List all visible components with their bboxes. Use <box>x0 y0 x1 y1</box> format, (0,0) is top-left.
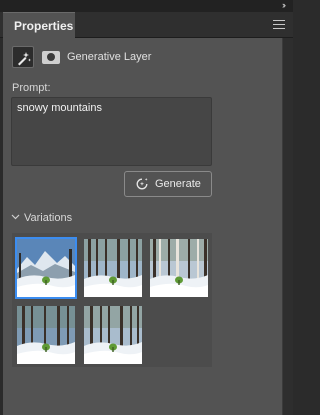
collapse-panels-icon[interactable]: ›› <box>282 0 286 10</box>
variation-thumbnail-1[interactable] <box>15 237 77 299</box>
variation-thumbnail-3[interactable] <box>150 239 208 297</box>
variation-thumbnail-4[interactable] <box>17 306 75 364</box>
generate-button[interactable]: Generate <box>124 171 212 197</box>
layer-mask-icon[interactable] <box>42 51 60 64</box>
panel-menu-icon[interactable] <box>273 20 285 29</box>
generate-button-label: Generate <box>155 178 201 190</box>
generative-layer-icon <box>12 46 34 68</box>
tab-properties-label: Properties <box>14 19 74 33</box>
variation-thumbnail-5[interactable] <box>84 306 142 364</box>
layer-type-label: Generative Layer <box>67 51 152 63</box>
variation-thumbnail-2[interactable] <box>84 239 142 297</box>
variations-label: Variations <box>24 212 73 224</box>
chevron-down-icon <box>11 214 20 220</box>
prompt-label: Prompt: <box>12 82 51 94</box>
prompt-input[interactable] <box>11 97 212 166</box>
generate-icon <box>136 178 148 190</box>
window-top-strip: ›› <box>0 0 293 12</box>
panel-scrollbar[interactable] <box>282 38 293 415</box>
panel-tab-bar: Properties <box>0 12 293 39</box>
tab-properties[interactable]: Properties <box>3 12 75 39</box>
